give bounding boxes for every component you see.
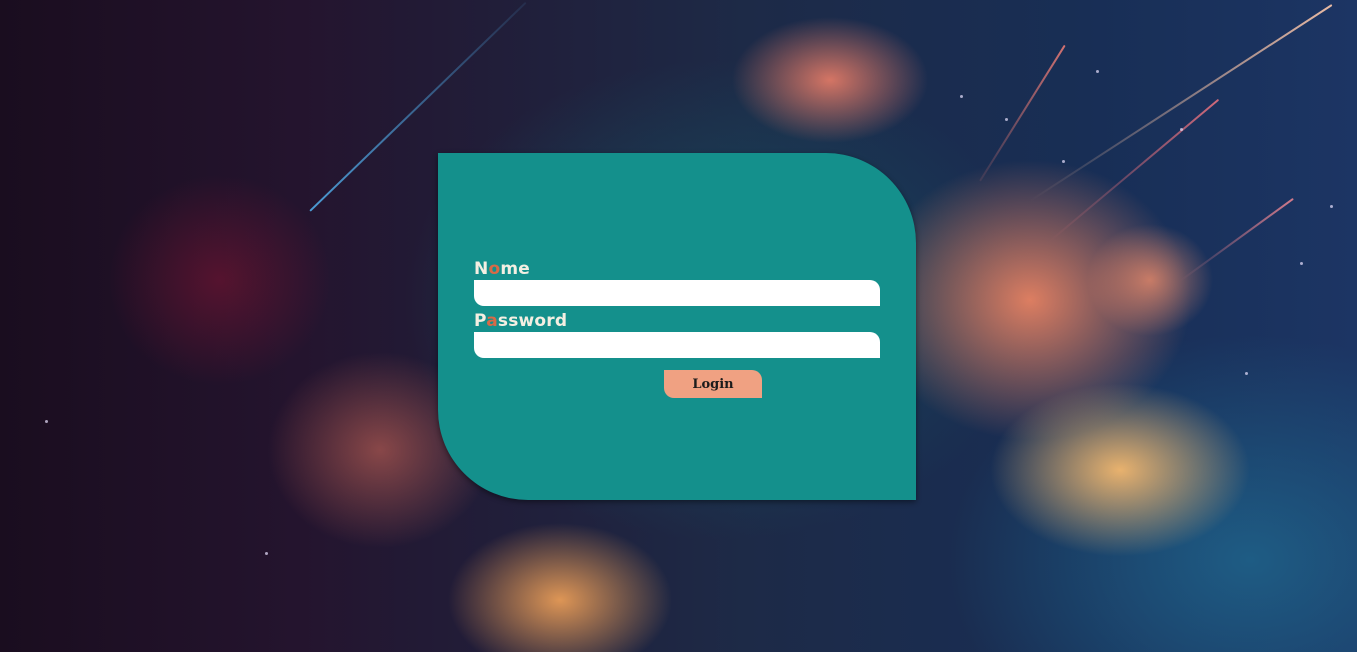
star [265,552,268,555]
star [1005,118,1008,121]
light-streak [1179,197,1294,282]
password-label: Password [474,310,880,332]
star [1300,262,1303,265]
star [1245,372,1248,375]
password-label-first: P [474,311,487,331]
name-label-first: N [474,259,489,279]
name-label-rest: me [500,259,530,279]
password-input[interactable] [474,332,880,358]
login-form: Nome Password Login [474,258,880,398]
star [960,95,963,98]
name-label-accent: o [488,259,501,279]
login-card: Nome Password Login [438,153,916,500]
light-streak [979,44,1066,182]
star [1062,160,1065,163]
name-label: Nome [474,258,880,280]
password-label-rest: ssword [497,311,568,331]
light-streak [1029,4,1333,202]
name-input[interactable] [474,280,880,306]
star [45,420,48,423]
star [1330,205,1333,208]
login-page: { "login_form": { "name_label": { "first… [0,0,1357,652]
star [1180,128,1183,131]
password-label-accent: a [486,311,498,331]
star [1096,70,1099,73]
login-button[interactable]: Login [664,370,762,398]
